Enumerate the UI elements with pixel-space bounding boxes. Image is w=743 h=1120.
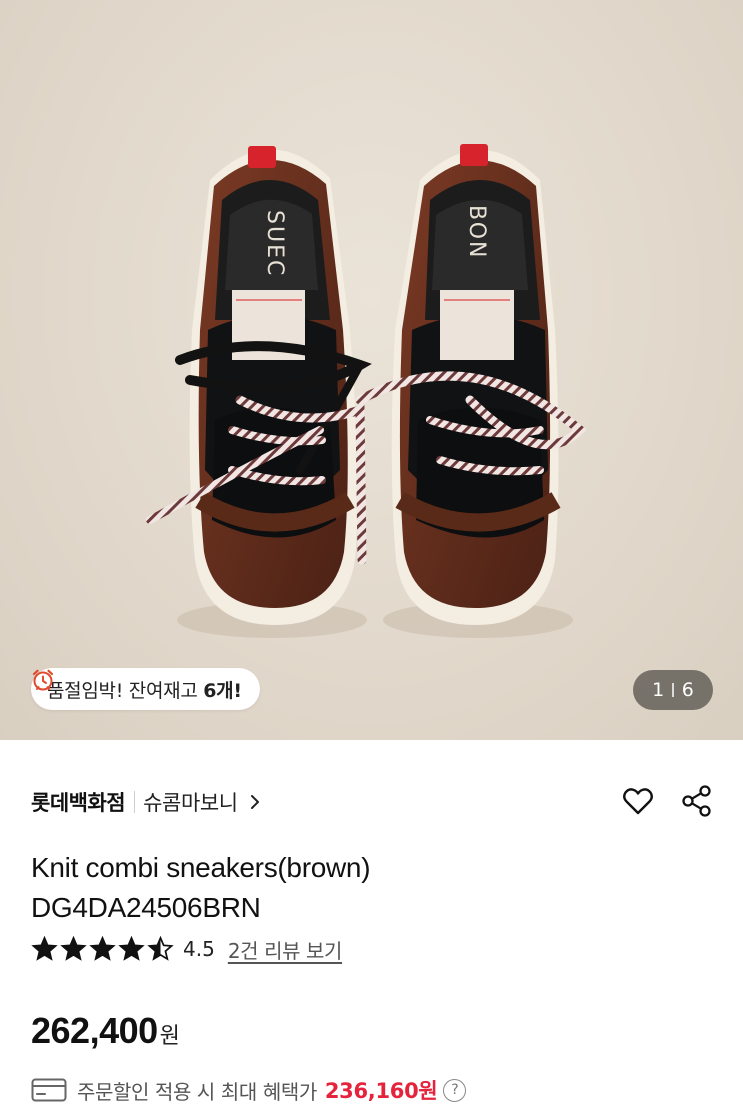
product-title-line1: Knit combi sneakers(brown) [31, 852, 371, 883]
star-full-icon [118, 936, 145, 961]
review-link[interactable]: 2건 리뷰 보기 [228, 935, 343, 964]
price: 262,400 원 [31, 1010, 180, 1052]
brand-divider [134, 791, 136, 813]
chevron-right-icon[interactable] [248, 794, 262, 810]
product-photo: SUEC BON [146, 144, 587, 638]
stock-count: 6개! [203, 679, 242, 702]
heart-icon[interactable] [621, 784, 655, 818]
image-pager: 1 6 [633, 670, 713, 710]
svg-text:SUEC: SUEC [262, 210, 287, 277]
help-icon[interactable]: ? [443, 1078, 467, 1102]
benefit-label: 주문할인 적용 시 최대 혜택가 [77, 1079, 317, 1104]
share-icon[interactable] [681, 784, 713, 818]
star-half-icon [147, 936, 174, 961]
price-unit: 원 [159, 1024, 180, 1049]
pager-separator [672, 683, 674, 697]
rating-stars [31, 936, 174, 962]
credit-card-icon [31, 1078, 67, 1102]
benefit-row: 주문할인 적용 시 최대 혜택가 236,160원 ? [31, 1072, 467, 1108]
star-full-icon [89, 936, 116, 961]
product-code: DG4DA24506BRN [31, 892, 261, 923]
product-actions [621, 784, 713, 818]
rating-row: 4.5 2건 리뷰 보기 [31, 933, 342, 965]
star-full-icon [31, 936, 58, 961]
low-stock-text: 품절임박! 잔여재고 6개! [47, 679, 242, 702]
right-shoe: BON [391, 144, 561, 625]
brand-row: 롯데백화점 슈콤마보니 [31, 782, 713, 822]
store-name[interactable]: 롯데백화점 [31, 787, 126, 817]
price-value: 262,400 [31, 1010, 158, 1051]
star-full-icon [60, 936, 87, 961]
low-stock-badge: 품절임박! 잔여재고 6개! [31, 668, 260, 710]
alarm-clock-icon [32, 669, 54, 691]
pager-current: 1 [652, 679, 665, 701]
product-image-gallery[interactable]: SUEC BON 품절임박! 잔여재고 6개! 1 6 [0, 0, 743, 740]
svg-text:BON: BON [464, 205, 489, 259]
benefit-price: 236,160원 [324, 1079, 438, 1103]
pager-total: 6 [681, 679, 694, 701]
product-title: Knit combi sneakers(brown) DG4DA24506BRN [31, 848, 711, 928]
brand-link[interactable]: 슈콤마보니 [143, 787, 238, 817]
rating-score: 4.5 [183, 937, 215, 961]
